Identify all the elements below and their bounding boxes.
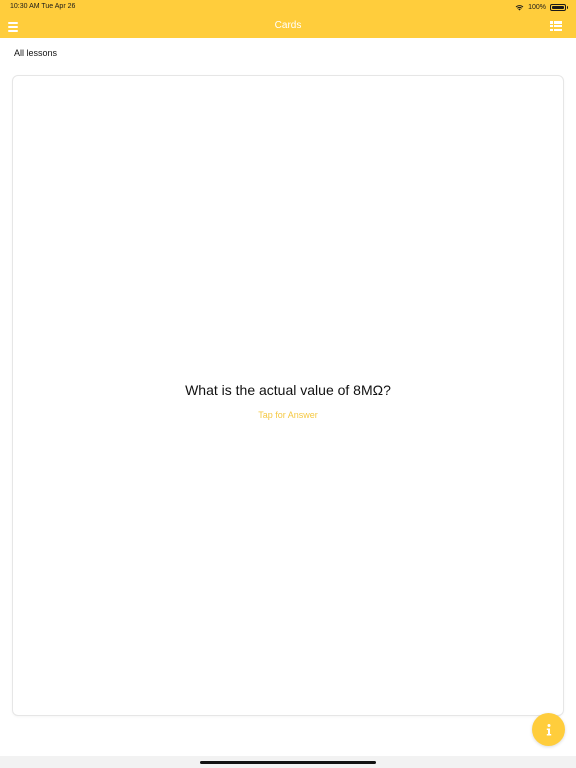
- list-icon[interactable]: [550, 21, 562, 31]
- flashcards-screen: 10:30 AM Tue Apr 26 100% Cards All lesso…: [0, 0, 576, 768]
- card-question: What is the actual value of 8MΩ?: [185, 382, 391, 398]
- flashcard[interactable]: What is the actual value of 8MΩ? Tap for…: [12, 75, 564, 716]
- battery-level: [552, 5, 564, 9]
- tap-for-answer-link[interactable]: Tap for Answer: [13, 410, 563, 420]
- battery-icon: [550, 3, 568, 11]
- status-time: 10:30 AM Tue Apr 26: [10, 3, 76, 10]
- wifi-icon: [515, 4, 524, 10]
- status-indicators: 100%: [515, 2, 568, 12]
- home-indicator[interactable]: [200, 761, 376, 764]
- top-bar: 10:30 AM Tue Apr 26 100% Cards: [0, 0, 576, 38]
- info-button[interactable]: [532, 713, 565, 746]
- battery-percent: 100%: [528, 3, 546, 11]
- info-icon: [546, 723, 551, 735]
- page-title: Cards: [274, 20, 302, 31]
- lesson-filter[interactable]: All lessons: [14, 48, 57, 58]
